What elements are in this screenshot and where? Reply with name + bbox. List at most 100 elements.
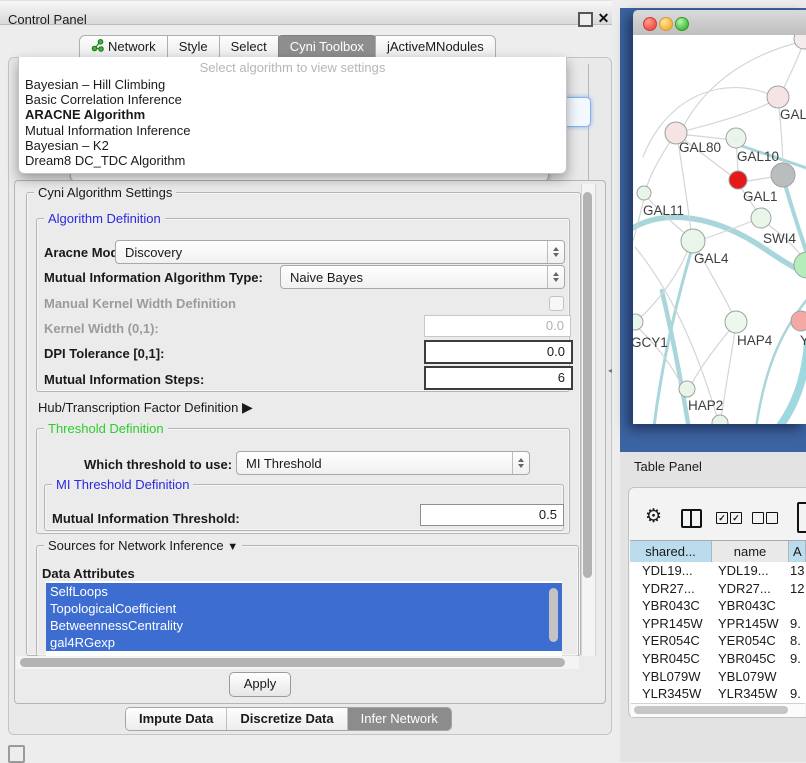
data-attributes-label: Data Attributes: [42, 566, 135, 581]
network-node[interactable]: [771, 163, 795, 187]
mi-steps-label: Mutual Information Steps:: [44, 372, 204, 387]
attribute-list-item[interactable]: gal4RGexp: [46, 634, 562, 651]
network-edge[interactable]: [771, 343, 806, 424]
table-row[interactable]: YDL19...YDL19...13: [630, 562, 806, 580]
column-header-name[interactable]: name: [712, 541, 789, 563]
settings-hscrollbar-thumb[interactable]: [20, 658, 565, 667]
network-node[interactable]: [767, 86, 789, 108]
table-row[interactable]: YBR045CYBR045C9.: [630, 650, 806, 668]
algorithm-option[interactable]: Mutual Information Inference: [19, 123, 566, 138]
network-node[interactable]: [794, 252, 806, 278]
tab-style[interactable]: Style: [167, 35, 220, 57]
table-row[interactable]: YBL079WYBL079W: [630, 668, 806, 686]
aracne-mode-select[interactable]: Discovery: [115, 240, 565, 264]
stepper-icon: [547, 266, 564, 288]
table-cell: YPR145W: [711, 615, 787, 633]
checked-box-icon[interactable]: ✓: [730, 512, 742, 524]
close-icon[interactable]: ✕: [597, 12, 610, 25]
data-attributes-list[interactable]: SelfLoopsTopologicalCoefficientBetweenne…: [46, 581, 562, 656]
divider-collapse-icon[interactable]: ◂: [608, 366, 612, 375]
gear-icon[interactable]: ⚙: [645, 507, 662, 527]
attribute-list-item[interactable]: TopologicalCoefficient: [46, 600, 562, 617]
table-row[interactable]: YPR145WYPR145W9.: [630, 615, 806, 633]
control-panel-title: Control Panel: [8, 12, 87, 27]
tab-cyni-toolbox[interactable]: Cyni Toolbox: [278, 35, 376, 57]
unchecked-box-icon[interactable]: [752, 512, 764, 524]
mi-type-select[interactable]: Naive Bayes: [280, 265, 565, 289]
tab-discretize-data[interactable]: Discretize Data: [226, 708, 346, 730]
node-label: GAL: [780, 107, 806, 122]
node-label: GAL1: [743, 189, 778, 204]
network-node[interactable]: [751, 208, 771, 228]
network-node[interactable]: [725, 311, 747, 333]
network-node[interactable]: [729, 171, 747, 189]
network-node[interactable]: [791, 311, 806, 331]
algorithm-option[interactable]: Basic Correlation Inference: [19, 92, 566, 107]
tab-network[interactable]: Network: [79, 35, 168, 57]
collapsed-panel-icon[interactable]: [8, 745, 25, 763]
minimize-traffic-light-icon[interactable]: [659, 17, 673, 31]
column-header-shared-name[interactable]: shared...: [630, 541, 712, 563]
attribute-list-item[interactable]: BetweennessCentrality: [46, 617, 562, 634]
table-row[interactable]: YER054CYER054C8.: [630, 632, 806, 650]
dpi-tolerance-label: DPI Tolerance [0,1]:: [44, 346, 164, 361]
tab-select[interactable]: Select: [219, 35, 279, 57]
node-label: GAL10: [737, 149, 779, 164]
dpi-tolerance-field[interactable]: 0.0: [424, 340, 573, 364]
sources-group-toggle[interactable]: Sources for Network Inference ▼: [44, 539, 242, 554]
network-edge[interactable]: [633, 195, 645, 241]
mi-threshold-group-title: MI Threshold Definition: [52, 478, 193, 491]
tab-jactivemnodules[interactable]: jActiveMNodules: [375, 35, 496, 57]
network-edge[interactable]: [783, 177, 806, 263]
node-label: Y: [800, 333, 806, 348]
network-canvas[interactable]: GALGAL80GAL10GAL1GAL11SWI4GAL4GCY1HAP4YH…: [633, 35, 806, 424]
node-label: SWI4: [763, 231, 796, 246]
network-edge[interactable]: [681, 98, 778, 132]
attribute-list-item[interactable]: SelfLoops: [46, 583, 562, 600]
tab-style-label: Style: [179, 39, 208, 54]
control-panel-titlebar: [0, 0, 612, 25]
algorithm-option[interactable]: Bayesian – Hill Climbing: [19, 77, 566, 92]
unchecked-box-icon[interactable]: [766, 512, 778, 524]
network-edge[interactable]: [633, 217, 806, 277]
which-threshold-label: Which threshold to use:: [84, 457, 232, 472]
tab-infer-network[interactable]: Infer Network: [347, 708, 451, 730]
apply-button[interactable]: Apply: [229, 672, 291, 697]
algorithm-option[interactable]: ARACNE Algorithm: [19, 107, 566, 122]
kernel-width-label: Kernel Width (0,1):: [44, 321, 159, 336]
manual-kernel-checkbox[interactable]: [549, 296, 564, 311]
hub-definition-toggle[interactable]: Hub/Transcription Factor Definition ▶: [38, 399, 253, 416]
tab-impute-data[interactable]: Impute Data: [126, 708, 226, 730]
table-row[interactable]: YLR345WYLR345W9.: [630, 685, 806, 703]
combo-stepper-fragment[interactable]: [563, 97, 591, 127]
network-node[interactable]: [726, 128, 746, 148]
column-header-partial[interactable]: A: [789, 541, 806, 563]
close-traffic-light-icon[interactable]: [643, 17, 657, 31]
table-cell: YDL19...: [630, 562, 711, 580]
node-label: HAP2: [688, 398, 723, 413]
checked-box-icon[interactable]: ✓: [716, 512, 728, 524]
stepper-icon: [547, 241, 564, 263]
attributes-scrollbar-thumb[interactable]: [549, 588, 558, 642]
algorithm-option[interactable]: Bayesian – K2: [19, 138, 566, 153]
network-node[interactable]: [712, 415, 728, 424]
table-row[interactable]: YBR043CYBR043C: [630, 597, 806, 615]
network-node[interactable]: [679, 381, 695, 397]
network-node[interactable]: [794, 35, 806, 49]
float-panel-icon[interactable]: [578, 12, 593, 27]
mi-threshold-field[interactable]: 0.5: [420, 504, 564, 526]
table-hscrollbar-thumb[interactable]: [634, 706, 788, 714]
column-view-icon[interactable]: [681, 509, 702, 528]
settings-vscrollbar-thumb[interactable]: [583, 192, 592, 578]
network-node[interactable]: [681, 229, 705, 253]
mi-steps-field[interactable]: 6: [424, 366, 573, 390]
table-row[interactable]: YDR27...YDR27...12: [630, 580, 806, 598]
kernel-width-field[interactable]: 0.0: [424, 315, 571, 337]
network-edge[interactable]: [781, 41, 804, 95]
document-icon[interactable]: [797, 502, 806, 533]
algorithm-option[interactable]: Dream8 DC_TDC Algorithm: [19, 153, 566, 168]
which-threshold-select[interactable]: MI Threshold: [236, 451, 530, 475]
algorithm-dropdown-popup: Select algorithm to view settings Bayesi…: [18, 57, 567, 174]
network-node[interactable]: [637, 186, 651, 200]
zoom-traffic-light-icon[interactable]: [675, 17, 689, 31]
